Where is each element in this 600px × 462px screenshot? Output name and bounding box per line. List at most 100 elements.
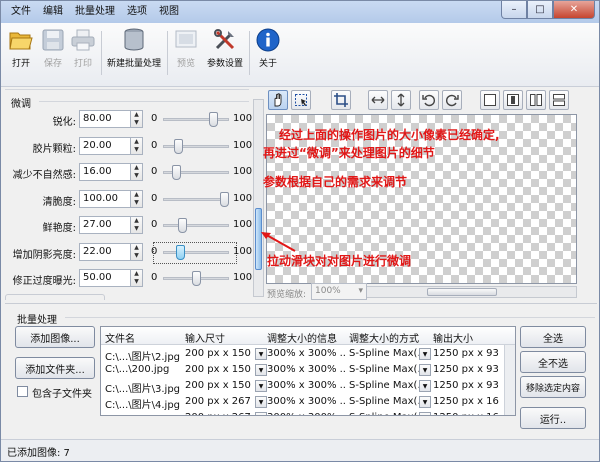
- batch-table: 文件名 输入尺寸 调整大小的信息 调整大小的方式 输出大小 C:\...\图片\…: [100, 326, 516, 416]
- spin-buttons[interactable]: ▲ ▼: [131, 216, 143, 234]
- param-value-input[interactable]: 16.00: [79, 163, 131, 181]
- table-row[interactable]: C:\...\图片\4.jpg 200 px x 267 ... 300% x 30…: [101, 394, 505, 411]
- params-button[interactable]: 参数设置: [205, 27, 245, 69]
- flip-vertical-button[interactable]: [391, 90, 411, 110]
- menu-file[interactable]: 文件: [5, 5, 37, 19]
- run-button[interactable]: 运行..: [520, 407, 586, 429]
- param-label: 修正过度曝光:: [12, 276, 76, 287]
- select-none-button[interactable]: 全不选: [520, 351, 586, 373]
- param-value-input[interactable]: 20.00: [79, 136, 131, 155]
- spin-buttons[interactable]: ▲ ▼: [131, 110, 143, 128]
- cell-dropdown-button[interactable]: ▼: [419, 364, 431, 376]
- slider-thumb[interactable]: [220, 191, 229, 207]
- param-label: 锐化:: [52, 117, 76, 128]
- toolbar-separator: [249, 31, 250, 75]
- single-view-icon: [484, 94, 496, 106]
- menu-view[interactable]: 视图: [153, 5, 185, 19]
- cell-dropdown-button[interactable]: ▼: [255, 396, 267, 408]
- scrollbar-thumb[interactable]: [427, 288, 497, 296]
- table-cell: C:\...\图片\2.jpg: [105, 352, 181, 363]
- param-value-input[interactable]: 22.00: [79, 242, 131, 261]
- col-input-size[interactable]: 输入尺寸: [185, 330, 225, 345]
- divider: [5, 89, 249, 90]
- split-vertical-button[interactable]: [503, 90, 523, 110]
- spin-buttons[interactable]: ▲ ▼: [131, 269, 143, 287]
- table-row[interactable]: C:\...\图片\3.jpg 200 px x 150 ... 300% x 30…: [101, 378, 505, 395]
- add-folder-button[interactable]: 添加文件夹...: [15, 357, 95, 379]
- minimize-button[interactable]: –: [501, 1, 527, 19]
- col-filename[interactable]: 文件名: [105, 330, 135, 345]
- spin-buttons[interactable]: ▲ ▼: [131, 136, 143, 155]
- param-label: 减少不自然感:: [12, 170, 76, 181]
- preview-hscrollbar[interactable]: [366, 286, 577, 298]
- col-output-size[interactable]: 输出大小: [433, 330, 473, 345]
- hand-tool-button[interactable]: [268, 90, 288, 110]
- select-all-button[interactable]: 全选: [520, 326, 586, 348]
- col-resize-method[interactable]: 调整大小的方式: [349, 330, 419, 345]
- cell-dropdown-button[interactable]: ▼: [419, 380, 431, 392]
- hand-icon: [274, 93, 282, 107]
- window-controls: – □ ✕: [501, 1, 595, 19]
- slider-thumb[interactable]: [208, 112, 218, 127]
- new-batch-button[interactable]: 新建批量处理: [105, 27, 163, 69]
- cell-dropdown-button[interactable]: ▼: [255, 412, 267, 415]
- rotate-left-button[interactable]: [419, 90, 439, 110]
- menu-options[interactable]: 选项: [121, 5, 153, 19]
- slider-thumb[interactable]: [178, 218, 188, 233]
- slider-track[interactable]: [163, 144, 229, 148]
- table-row[interactable]: C:\...\图片\2.jpg 200 px x 150 ... 300% x 30…: [101, 346, 505, 363]
- slider-max-label: 100: [233, 139, 253, 151]
- table-scrollbar[interactable]: [504, 345, 515, 415]
- param-value-input[interactable]: 50.00: [79, 269, 131, 287]
- annotation-line-3: 参数根据自己的需求来调节: [263, 175, 408, 189]
- menu-edit[interactable]: 编辑: [37, 5, 69, 19]
- slider-track[interactable]: [163, 250, 229, 254]
- slider-track[interactable]: [163, 118, 229, 121]
- cell-dropdown-button[interactable]: ▼: [255, 380, 267, 392]
- slider-track[interactable]: [163, 224, 229, 227]
- cell-dropdown-button[interactable]: ▼: [255, 348, 267, 360]
- preview-button[interactable]: 预览: [171, 27, 201, 69]
- crop-button[interactable]: [331, 90, 351, 110]
- param-value-input[interactable]: 80.00: [79, 110, 131, 128]
- select-tool-button[interactable]: [291, 90, 311, 110]
- cell-dropdown-button[interactable]: ▼: [419, 412, 431, 415]
- cell-dropdown-button[interactable]: ▼: [255, 364, 267, 376]
- spin-buttons[interactable]: ▲ ▼: [131, 163, 143, 181]
- include-subfolders-checkbox[interactable]: [17, 386, 28, 397]
- add-images-button[interactable]: 添加图像...: [15, 326, 95, 348]
- table-row[interactable]: C:\...\200.jpg 200 px x 150 ... 300% x 300…: [101, 362, 505, 378]
- flip-horizontal-button[interactable]: [368, 90, 388, 110]
- cell-dropdown-button[interactable]: ▼: [419, 396, 431, 408]
- divider: [65, 317, 595, 318]
- cell-dropdown-button[interactable]: ▼: [419, 348, 431, 360]
- param-value-input[interactable]: 27.00: [79, 216, 131, 234]
- print-button[interactable]: 打印: [69, 27, 97, 69]
- spin-buttons[interactable]: ▲ ▼: [131, 189, 143, 208]
- slider-min-label: 0: [151, 219, 158, 230]
- split-horizontal-button[interactable]: [549, 90, 569, 110]
- annotation-line-1: 经过上面的操作图片的大小像素已经确定,: [279, 128, 500, 142]
- open-button[interactable]: 打开: [7, 27, 35, 69]
- remove-selected-button[interactable]: 移除选定内容: [520, 376, 586, 398]
- rotate-right-button[interactable]: [442, 90, 462, 110]
- split-vertical-icon: [507, 94, 519, 106]
- single-view-button[interactable]: [480, 90, 500, 110]
- spin-buttons[interactable]: ▲ ▼: [131, 242, 143, 261]
- zoom-select[interactable]: 100% ▾: [311, 283, 367, 300]
- table-row[interactable]: C:\...\图片\5.jpg200 px x 267 ...300% x 30…: [101, 410, 505, 415]
- maximize-button[interactable]: □: [527, 1, 553, 19]
- slider-thumb[interactable]: [191, 271, 201, 286]
- param-value-input[interactable]: 100.00: [79, 189, 131, 208]
- slider-thumb[interactable]: [175, 244, 185, 260]
- menu-batch[interactable]: 批量处理: [69, 5, 121, 19]
- save-button[interactable]: 保存: [39, 27, 67, 69]
- about-button[interactable]: 关于: [253, 27, 283, 69]
- finetune-scrollbar[interactable]: [253, 99, 264, 297]
- close-button[interactable]: ✕: [553, 1, 595, 19]
- side-by-side-button[interactable]: [526, 90, 546, 110]
- slider-thumb[interactable]: [174, 138, 184, 154]
- col-resize-info[interactable]: 调整大小的信息: [267, 330, 337, 345]
- slider-thumb[interactable]: [172, 165, 182, 180]
- finetune-row: 清脆度: 100.00 ▲ ▼ 0 100: [7, 189, 252, 211]
